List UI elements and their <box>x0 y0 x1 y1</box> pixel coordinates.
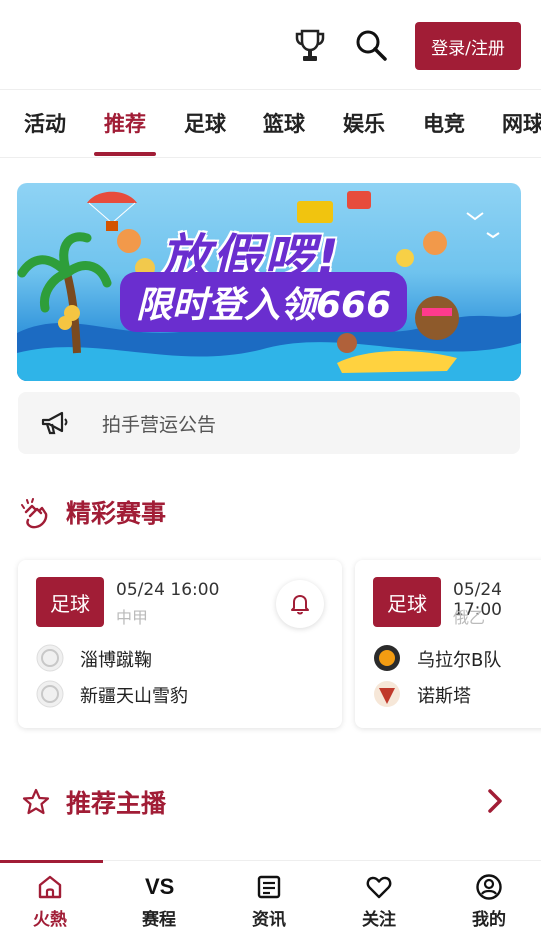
nav-home[interactable]: 火熱 <box>0 861 100 929</box>
clap-icon <box>21 498 48 529</box>
announcement-bar[interactable]: 拍手营运公告 <box>18 392 520 454</box>
nav-label: 赛程 <box>142 910 176 929</box>
tab-football[interactable]: 足球 <box>184 108 226 138</box>
star-icon <box>22 788 50 815</box>
announcement-text: 拍手营运公告 <box>102 414 217 436</box>
away-team-name: 诺斯塔 <box>417 686 471 707</box>
league-name: 中甲 <box>116 608 149 627</box>
bottom-navigation: 火熱 VS 赛程 资讯 关注 我的 <box>0 860 541 929</box>
tab-recommend[interactable]: 推荐 <box>104 108 146 138</box>
featured-matches-title: 精彩赛事 <box>66 499 167 528</box>
login-register-button[interactable]: 登录/注册 <box>415 22 521 70</box>
match-time: 05/24 16:00 <box>116 580 220 600</box>
banner-subtitle: 限时登入领666 <box>120 272 408 332</box>
chevron-right-icon[interactable] <box>484 788 506 814</box>
sport-badge: 足球 <box>36 577 104 627</box>
category-tabs: 活动 推荐 足球 篮球 娱乐 电竞 网球 <box>0 92 541 158</box>
nav-label: 火熱 <box>33 910 67 929</box>
tab-basketball[interactable]: 篮球 <box>263 108 305 138</box>
team-logo <box>374 645 400 671</box>
nav-news[interactable]: 资讯 <box>219 861 319 929</box>
recommended-streamers-title: 推荐主播 <box>66 789 167 818</box>
away-team-name: 新疆天山雪豹 <box>80 686 188 707</box>
tab-activity[interactable]: 活动 <box>24 108 66 138</box>
nav-label: 我的 <box>472 910 506 929</box>
active-tab-indicator <box>94 152 156 156</box>
trophy-icon[interactable] <box>294 28 326 64</box>
search-icon[interactable] <box>354 28 388 62</box>
tab-esports[interactable]: 电竞 <box>423 108 465 138</box>
vs-icon: VS <box>145 874 175 899</box>
tab-entertainment[interactable]: 娱乐 <box>343 108 385 138</box>
subscribe-button[interactable] <box>276 580 324 628</box>
heart-icon <box>366 876 392 899</box>
team-logo-placeholder <box>36 680 64 708</box>
top-header: 登录/注册 <box>0 0 541 90</box>
news-icon <box>257 875 281 899</box>
tab-tennis[interactable]: 网球 <box>502 108 541 138</box>
match-card[interactable]: 足球 05/24 17:00 俄乙 乌拉尔B队 诺斯塔 <box>355 560 541 728</box>
team-logo-placeholder <box>36 644 64 672</box>
sport-badge: 足球 <box>373 577 441 627</box>
league-name: 俄乙 <box>453 608 486 627</box>
team-logo <box>374 681 400 707</box>
megaphone-icon <box>41 411 68 435</box>
nav-label: 关注 <box>362 910 396 929</box>
nav-label: 资讯 <box>252 910 286 929</box>
home-team-name: 淄博蹴鞠 <box>80 650 152 671</box>
nav-schedule[interactable]: VS 赛程 <box>109 861 209 929</box>
bell-icon <box>291 595 309 615</box>
home-team-name: 乌拉尔B队 <box>417 650 502 671</box>
nav-follow[interactable]: 关注 <box>329 861 429 929</box>
match-card[interactable]: 足球 05/24 16:00 中甲 淄博蹴鞠 新疆天山雪豹 <box>18 560 342 728</box>
profile-icon <box>476 874 502 900</box>
nav-profile[interactable]: 我的 <box>439 861 539 929</box>
home-icon <box>38 875 62 899</box>
